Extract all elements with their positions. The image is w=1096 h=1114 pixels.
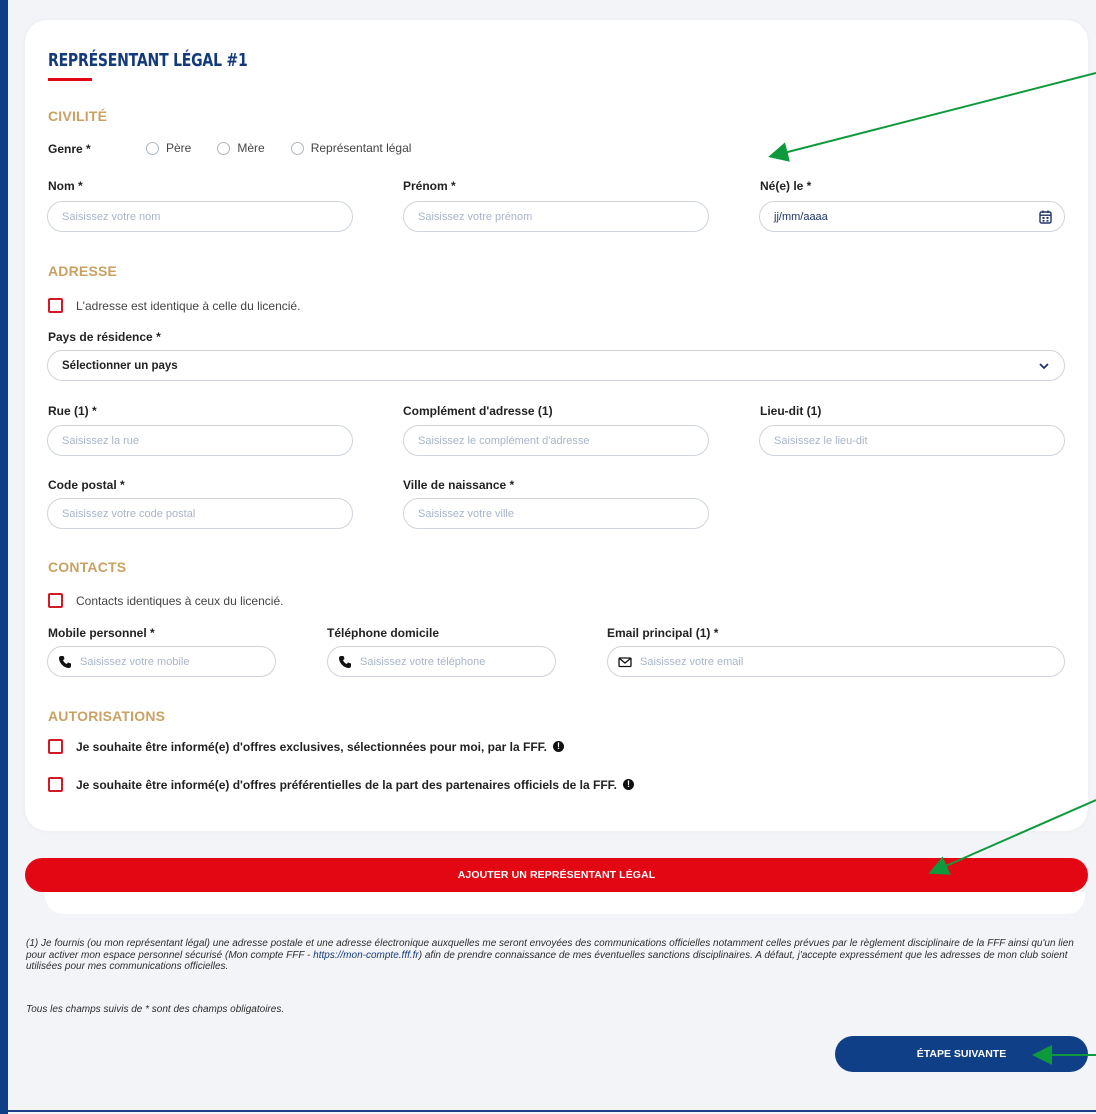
annotation-arrow-2 <box>928 799 1096 875</box>
annotation-arrow-1 <box>768 72 1096 162</box>
annotation-arrows <box>768 72 1096 1065</box>
